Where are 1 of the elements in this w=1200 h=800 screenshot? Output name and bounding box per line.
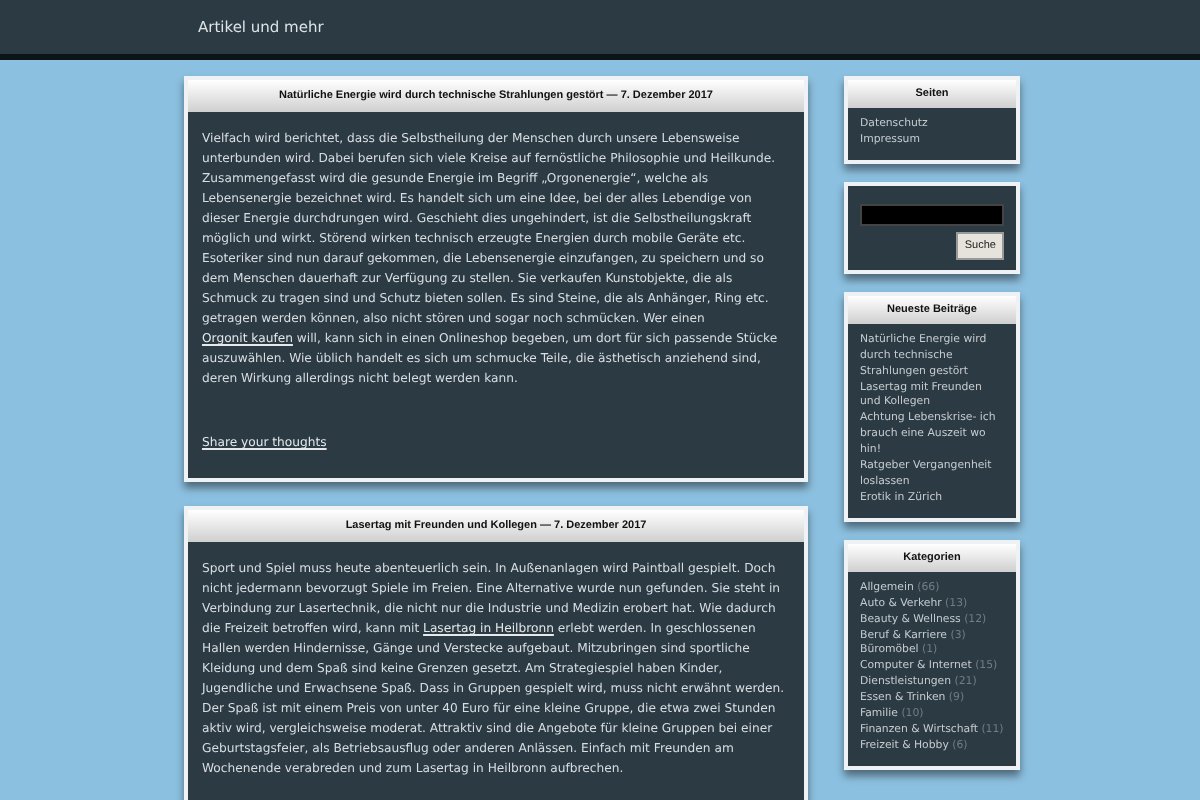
search-field[interactable]: [860, 203, 1004, 226]
